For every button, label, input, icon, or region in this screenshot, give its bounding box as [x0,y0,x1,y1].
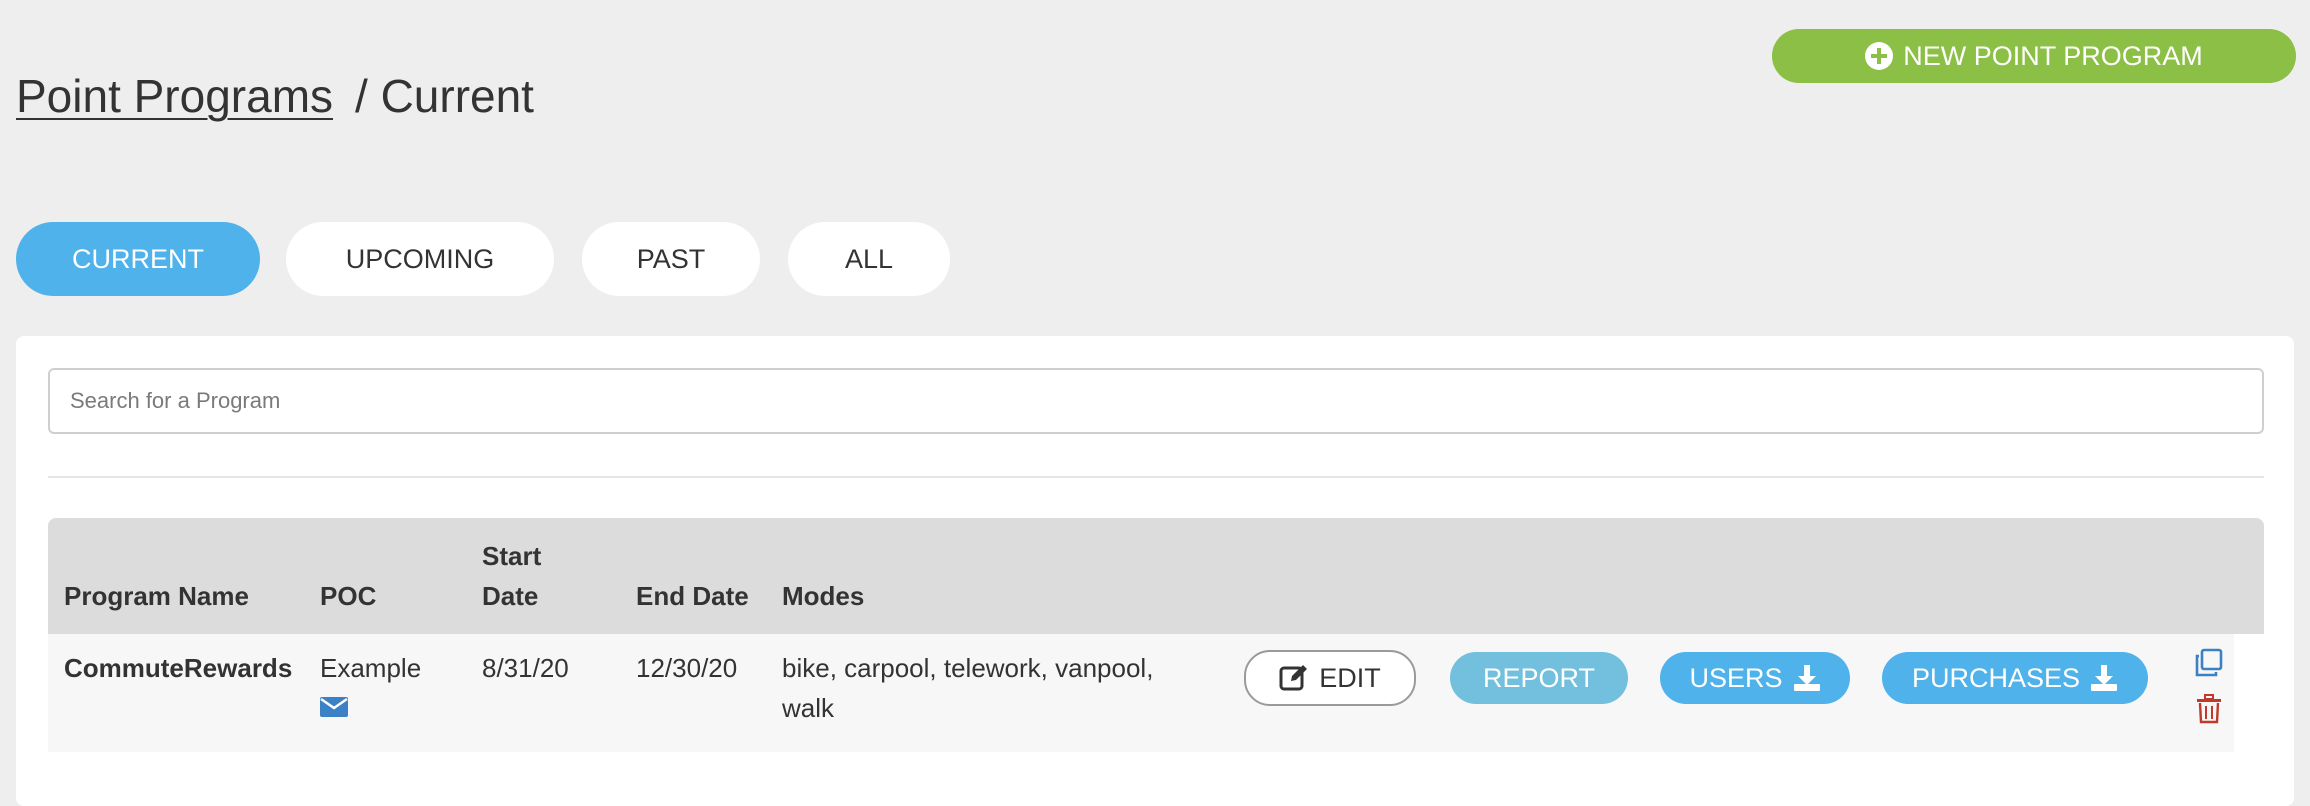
cell-program-name: CommuteRewards [64,653,293,683]
pencil-square-icon [1279,663,1309,693]
table-row: CommuteRewards Example 8/31/20 12/30/20 … [48,634,2234,752]
column-header-modes: Modes [782,581,865,611]
download-icon [1793,664,1821,692]
column-header-start-date-line1: Start [482,541,542,571]
table-header: Program Name POC Start Date End Date Mod… [48,518,2264,634]
column-header-end-date: End Date [636,581,749,611]
new-point-program-label: NEW POINT PROGRAM [1903,40,2203,71]
modes-line1: bike, carpool, telework, vanpool, [782,653,1154,683]
cell-modes: bike, carpool, telework, vanpool, walk [782,648,1153,728]
programs-panel: Program Name POC Start Date End Date Mod… [16,336,2294,806]
tab-upcoming[interactable]: UPCOMING [286,222,554,296]
breadcrumb-link-point-programs[interactable]: Point Programs [16,66,333,126]
cell-end-date: 12/30/20 [636,653,738,683]
edit-label: EDIT [1319,662,1381,693]
report-label: REPORT [1482,662,1596,693]
column-header-program-name: Program Name [64,581,249,611]
edit-button[interactable]: EDIT [1244,650,1416,706]
column-header-poc: POC [320,581,377,611]
trash-icon[interactable] [2196,694,2222,724]
tab-past[interactable]: PAST [582,222,760,296]
column-header-start-date: Start Date [482,536,541,616]
plus-circle-icon [1865,42,1894,70]
breadcrumb: Point Programs / Current [16,66,534,126]
cell-start-date: 8/31/20 [482,653,569,683]
purchases-download-button[interactable]: PURCHASES [1882,652,2148,704]
breadcrumb-current: / Current [355,70,534,122]
download-icon [2090,664,2118,692]
report-button[interactable]: REPORT [1450,652,1628,704]
new-point-program-button[interactable]: NEW POINT PROGRAM [1772,29,2296,83]
purchases-label: PURCHASES [1911,662,2081,693]
tab-all[interactable]: ALL [788,222,950,296]
cell-poc: Example [320,648,421,728]
copy-icon[interactable] [2194,648,2224,678]
divider [48,476,2264,478]
users-download-button[interactable]: USERS [1660,652,1850,704]
poc-name: Example [320,653,422,683]
modes-line2: walk [782,693,835,723]
users-label: USERS [1689,662,1783,693]
envelope-icon[interactable] [320,697,348,717]
search-input[interactable] [48,368,2264,434]
tab-current[interactable]: CURRENT [16,222,260,296]
column-header-start-date-line2: Date [482,581,539,611]
